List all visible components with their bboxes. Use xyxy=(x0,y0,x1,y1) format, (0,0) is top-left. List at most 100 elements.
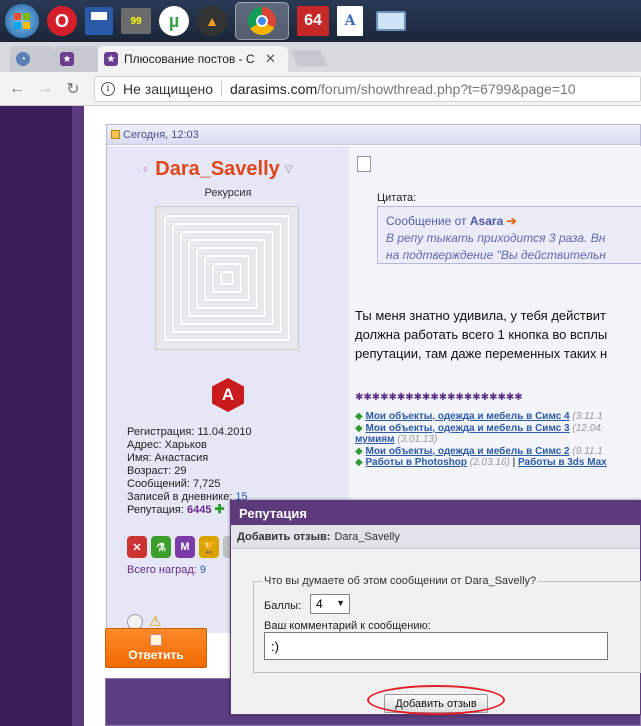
display-settings-icon[interactable] xyxy=(371,6,411,36)
feedback-fieldset: Что вы думаете об этом сообщении от Dara… xyxy=(253,575,641,673)
sig-date: (2.03.16) xyxy=(469,457,510,468)
forward-arrow-icon[interactable]: → xyxy=(34,80,56,98)
clock-icon: ◔ xyxy=(16,52,30,66)
dialog-subtitle: Добавить отзыв: Dara_Savelly xyxy=(231,525,640,549)
stat-name: Имя: Анастасия xyxy=(127,452,209,464)
sig-date: (3.11.1 xyxy=(572,411,603,422)
reply-button[interactable]: Ответить xyxy=(105,628,207,668)
floppy-disk-icon[interactable] xyxy=(85,7,113,35)
gem-icon: ◆ xyxy=(355,422,363,434)
sig-link-sims4[interactable]: Мои объекты, одежда и мебель в Симс 4 xyxy=(365,411,569,422)
sig-link-mummies[interactable]: мумиям xyxy=(355,434,394,445)
user-title: Рекурсия xyxy=(204,187,252,199)
reload-icon[interactable]: ↻ xyxy=(62,79,84,99)
comment-label: Ваш комментарий к сообщению: xyxy=(264,620,431,632)
back-arrow-icon[interactable]: ← xyxy=(6,80,28,98)
gem-icon: ◆ xyxy=(355,411,363,422)
edit-icon xyxy=(150,634,162,646)
award-trophy-icon[interactable]: 🏆 xyxy=(199,536,219,558)
tab-title: Плюсование постов - С xyxy=(124,52,255,66)
dropdown-triangle-icon[interactable]: ▽ xyxy=(285,164,293,175)
sig-link-photoshop[interactable]: Работы в Photoshop xyxy=(365,457,467,468)
sig-date: (9.11.1 xyxy=(572,445,603,457)
message-line: Ты меня знатно удивила, у тебя действит xyxy=(355,308,606,323)
signature-links: ◆ Мои объекты, одежда и мебель в Симс 4 … xyxy=(355,411,641,469)
post-document-icon xyxy=(357,156,371,172)
awards-count-value: 9 xyxy=(199,564,206,576)
points-select[interactable]: 4 ▼ xyxy=(310,594,350,614)
stat-age: Возраст: 29 xyxy=(127,465,187,477)
tab-pinned-1[interactable]: ◔ xyxy=(10,46,54,72)
url-path: /forum/showthread.php?t=6799&page=10 xyxy=(317,80,576,97)
award-shield-icon[interactable]: ✕ xyxy=(127,536,147,558)
message-line: должна работать всего 1 кнопка во всплы xyxy=(355,327,608,342)
gem-icon: ◆ xyxy=(355,457,363,468)
browser-toolbar: ← → ↻ i Не защищено darasims.com/forum/s… xyxy=(0,72,641,106)
female-icon: ♀ xyxy=(141,163,150,176)
quote-line-2: на подтверждение "Вы действительн xyxy=(386,248,606,262)
sig-link-sims3[interactable]: Мои объекты, одежда и мебель в Симс 3 xyxy=(365,423,569,434)
quote-line-1: В репу тыкать приходится 3 раза. Вн xyxy=(386,231,606,245)
gem-icon: ◆ xyxy=(355,445,363,457)
awards-label: Всего наград: xyxy=(127,564,200,576)
windows-taskbar: O 99 µ ▲ 64 A xyxy=(0,0,641,42)
forum-favicon-icon: ★ xyxy=(104,52,118,66)
omnibox-divider xyxy=(221,80,222,97)
dialog-title: Репутация xyxy=(231,501,640,525)
post-header: Сегодня, 12:03 xyxy=(107,125,640,145)
admin-badge-icon: A xyxy=(212,378,244,412)
red-circle-annotation xyxy=(367,685,505,715)
sig-separator: | xyxy=(512,457,516,468)
post-date: Сегодня, 12:03 xyxy=(123,128,199,141)
avatar xyxy=(155,206,299,350)
aimp-icon[interactable]: ▲ xyxy=(197,6,227,36)
security-status: Не защищено xyxy=(123,80,213,97)
message-line: репутации, там даже переменных таких н xyxy=(355,346,608,361)
close-icon[interactable]: ✕ xyxy=(265,51,276,67)
quote-author: Asara xyxy=(469,214,504,228)
sig-link-3dsmax[interactable]: Работы в 3ds Max xyxy=(518,457,607,468)
stat-rep-label: Репутация: xyxy=(127,504,187,516)
browser-tab-strip: ◔ ★ ★ Плюсование постов - С ✕ xyxy=(0,42,641,72)
opera-icon[interactable]: O xyxy=(47,6,77,36)
points-label: Баллы: xyxy=(264,600,302,612)
tab-pinned-2[interactable]: ★ xyxy=(54,46,98,72)
username-link[interactable]: Dara_Savelly xyxy=(155,158,280,181)
sig-link-sims2[interactable]: Мои объекты, одежда и мебель в Симс 2 xyxy=(365,446,569,457)
comment-input[interactable]: :) xyxy=(264,632,608,660)
new-tab-button[interactable] xyxy=(290,50,328,66)
dialog-subtitle-label: Добавить отзыв: xyxy=(237,530,331,543)
post-date-icon xyxy=(111,130,120,139)
chrome-icon[interactable] xyxy=(235,2,289,40)
award-m-badge-icon[interactable]: M xyxy=(175,536,195,558)
add-reputation-icon[interactable]: ✚ xyxy=(215,503,225,515)
post-message: Ты меня знатно удивила, у тебя действит … xyxy=(355,306,641,363)
stat-address: Адрес: Харьков xyxy=(127,439,207,451)
signature-stars: ✱✱✱✱✱✱✱✱✱✱✱✱✱✱✱✱✱✱✱✱ xyxy=(355,392,523,403)
utorrent-icon[interactable]: µ xyxy=(159,6,189,36)
fieldset-legend: Что вы думаете об этом сообщении от Dara… xyxy=(262,575,539,587)
quote-label: Цитата: xyxy=(377,192,417,204)
sig-date: (12.04. xyxy=(572,422,604,434)
stat-rep-value: 6445 xyxy=(186,504,212,516)
quote-block: Сообщение от Asara ➔ В репу тыкать прихо… xyxy=(377,206,641,264)
document-icon[interactable]: A xyxy=(337,6,363,36)
windows-start-icon[interactable] xyxy=(5,4,39,38)
tab-active[interactable]: ★ Плюсование постов - С ✕ xyxy=(98,46,288,72)
dialog-subtitle-user: Dara_Savelly xyxy=(334,530,400,543)
go-to-post-arrow-icon[interactable]: ➔ xyxy=(507,214,517,228)
awards-total: Всего наград: 9 xyxy=(127,564,206,576)
stat-messages: Сообщений: 7,725 xyxy=(127,478,221,490)
awards-row: ✕ ⚗ M 🏆 xyxy=(127,536,241,558)
quote-from-prefix: Сообщение от xyxy=(386,214,470,228)
award-potion-icon[interactable]: ⚗ xyxy=(151,536,171,558)
aida64-icon[interactable]: 64 xyxy=(297,6,329,36)
star-icon: ★ xyxy=(60,52,74,66)
reply-button-label: Ответить xyxy=(128,648,184,662)
url-domain: darasims.com xyxy=(230,80,318,97)
info-icon[interactable]: i xyxy=(101,81,115,96)
address-bar[interactable]: i Не защищено darasims.com/forum/showthr… xyxy=(94,75,641,102)
monitor-99-icon[interactable]: 99 xyxy=(121,8,151,34)
stat-registration: Регистрация: 11.04.2010 xyxy=(127,426,252,438)
points-value: 4 xyxy=(316,597,323,611)
